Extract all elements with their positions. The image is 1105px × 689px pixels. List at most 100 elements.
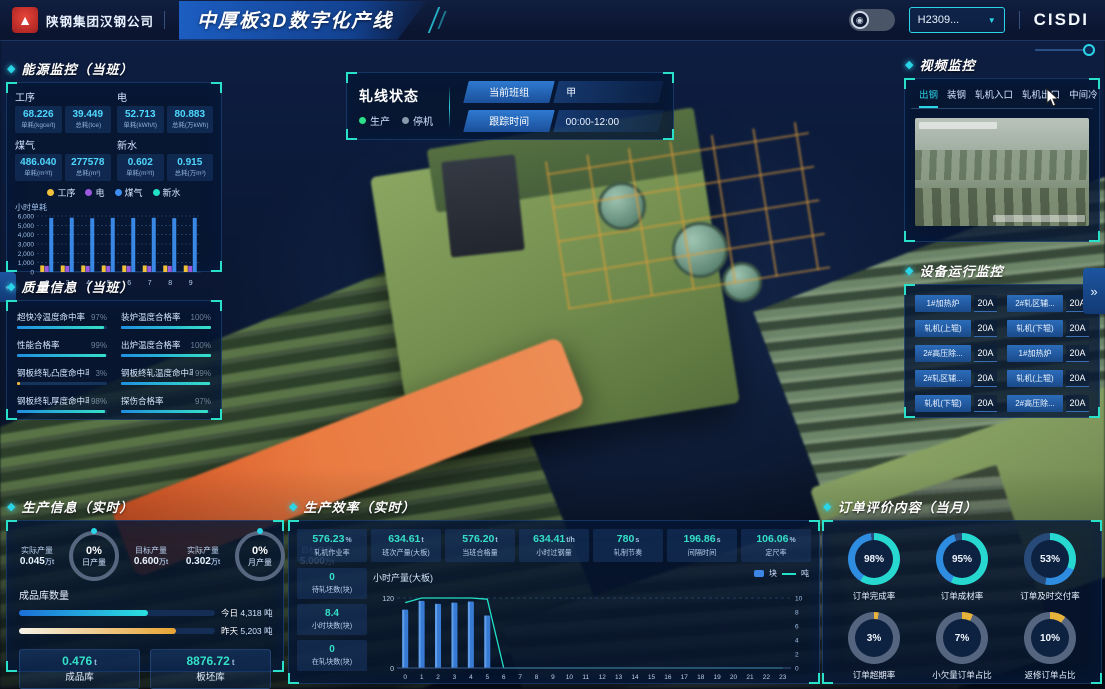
legend-bar-swatch bbox=[754, 570, 764, 577]
device-current-value: 20A bbox=[1066, 370, 1089, 387]
energy-value: 80.883 bbox=[169, 109, 212, 120]
warehouse-card: 0.476t成品库 bbox=[19, 649, 140, 689]
side-stat-value: 0 bbox=[298, 572, 366, 583]
energy-group-name: 新水 bbox=[117, 137, 213, 152]
visibility-toggle[interactable]: ◉ bbox=[849, 9, 895, 31]
device-label-button[interactable]: 轧机(上辊) bbox=[915, 320, 971, 337]
legend-item[interactable]: 工序 bbox=[47, 186, 75, 199]
donut-hole: 10% bbox=[1031, 619, 1069, 657]
layer-slider[interactable] bbox=[1035, 44, 1095, 56]
quality-item: 超快冷温度命中率97% bbox=[17, 311, 107, 329]
energy-value: 52.713 bbox=[119, 109, 162, 120]
device-label-button[interactable]: 2#高压除... bbox=[1007, 395, 1063, 412]
order-donut: 7% bbox=[936, 612, 988, 664]
svg-text:4: 4 bbox=[469, 674, 473, 681]
legend-dot bbox=[153, 189, 160, 196]
device-label-button[interactable]: 2#轧区辅... bbox=[915, 370, 971, 387]
collapse-right-button[interactable]: » bbox=[1083, 268, 1105, 314]
svg-text:23: 23 bbox=[779, 674, 787, 681]
side-stat-value: 0 bbox=[298, 644, 366, 655]
camera-tab-装钢[interactable]: 装钢 bbox=[947, 87, 966, 108]
device-label-button[interactable]: 1#加热炉 bbox=[915, 295, 971, 312]
device-current-value: 20A bbox=[1066, 345, 1089, 362]
device-row: 2#高压除...20A bbox=[915, 345, 997, 362]
quality-value: 3% bbox=[95, 369, 107, 378]
energy-unit-label: 单耗(kWh/t) bbox=[121, 120, 160, 129]
energy-group: 新水0.602单耗(m³/t)0.915总耗(万m³) bbox=[117, 137, 213, 181]
status-legend-item: 停机 bbox=[402, 113, 433, 128]
efficiency-side-card: 0待轧坯数(块) bbox=[297, 568, 367, 599]
corner-decoration bbox=[904, 231, 915, 242]
camera-tab-出钢[interactable]: 出钢 bbox=[919, 87, 938, 108]
target-value: 0.600万t bbox=[125, 556, 177, 567]
line-status-row: 当前班组甲 bbox=[466, 81, 661, 103]
camera-tab-轧机入口[interactable]: 轧机入口 bbox=[975, 87, 1013, 108]
device-label-button[interactable]: 轧机(下辊) bbox=[1007, 320, 1063, 337]
donut-hole: 53% bbox=[1031, 540, 1069, 578]
quality-value: 97% bbox=[195, 397, 211, 406]
svg-text:13: 13 bbox=[615, 674, 623, 681]
energy-legend[interactable]: 工序电煤气新水 bbox=[7, 186, 221, 199]
status-value: 甲 bbox=[553, 81, 663, 103]
energy-group-name: 电 bbox=[117, 89, 213, 104]
device-label-button[interactable]: 轧机(上辊) bbox=[1007, 370, 1063, 387]
device-row: 轧机(下辊)20A bbox=[915, 395, 997, 412]
stat-value: 780s bbox=[594, 533, 662, 545]
device-label-button[interactable]: 轧机(下辊) bbox=[915, 395, 971, 412]
device-row: 1#加热炉20A bbox=[1007, 345, 1089, 362]
device-label-button[interactable]: 2#高压除... bbox=[915, 345, 971, 362]
hour-chart-legend[interactable]: 块 吨 bbox=[754, 568, 809, 579]
quality-bar-track bbox=[121, 382, 211, 385]
device-row: 轧机(上辊)20A bbox=[915, 320, 997, 337]
diamond-icon: ◆ bbox=[905, 264, 913, 277]
donut-hole: 3% bbox=[855, 619, 893, 657]
legend-label: 工序 bbox=[57, 186, 75, 199]
donut-percent: 53% bbox=[1040, 554, 1060, 565]
legend-line-label: 吨 bbox=[801, 568, 809, 579]
slider-knob[interactable] bbox=[1083, 44, 1095, 56]
legend-item[interactable]: 煤气 bbox=[115, 186, 143, 199]
svg-text:0: 0 bbox=[390, 666, 394, 673]
warehouse-value: 8876.72t bbox=[151, 654, 270, 668]
quality-panel: ◆ 质量信息（当班） 超快冷温度命中率97%装炉温度合格率100%性能合格率99… bbox=[6, 300, 222, 420]
quality-item: 钢板终轧厚度命中率98% bbox=[17, 395, 107, 413]
energy-unit-label: 总耗(m³) bbox=[68, 168, 107, 177]
device-row: 轧机(下辊)20A bbox=[1007, 320, 1089, 337]
camera-tab-中间冷[interactable]: 中间冷 bbox=[1069, 87, 1098, 108]
efficiency-stat-card: 634.61t班次产量(大板) bbox=[371, 529, 441, 562]
stock-bar: 昨天 5,203 吨 bbox=[19, 625, 271, 637]
heat-number-select[interactable]: H2309... ▼ bbox=[909, 7, 1005, 33]
quality-label: 装炉温度合格率 bbox=[121, 311, 181, 323]
gauge-ring: 0%月产量 bbox=[235, 531, 285, 581]
quality-items: 超快冷温度命中率97%装炉温度合格率100%性能合格率99%出炉温度合格率100… bbox=[7, 301, 221, 413]
target-label: 目标产量 bbox=[125, 545, 177, 556]
svg-text:1: 1 bbox=[420, 674, 424, 681]
svg-text:9: 9 bbox=[189, 280, 193, 287]
svg-text:17: 17 bbox=[681, 674, 689, 681]
quality-label: 钢板终轧温度命中率 bbox=[121, 367, 193, 379]
svg-text:7: 7 bbox=[148, 280, 152, 287]
energy-value: 39.449 bbox=[67, 109, 110, 120]
camera-feed[interactable] bbox=[915, 118, 1089, 226]
mouse-cursor bbox=[1046, 88, 1060, 108]
legend-item[interactable]: 电 bbox=[85, 186, 104, 199]
svg-text:2: 2 bbox=[795, 652, 799, 659]
legend-item[interactable]: 新水 bbox=[153, 186, 181, 199]
diamond-icon: ◆ bbox=[905, 58, 913, 71]
device-current-value: 20A bbox=[974, 345, 997, 362]
svg-text:21: 21 bbox=[746, 674, 754, 681]
stock-bar-text: 昨天 5,203 吨 bbox=[221, 625, 273, 637]
camera-tabs: 出钢装钢轧机入口轧机出口中间冷电加热 bbox=[911, 79, 1093, 109]
stat-value: 576.20t bbox=[446, 533, 514, 545]
svg-text:0: 0 bbox=[403, 674, 407, 681]
donut-hole: 98% bbox=[855, 540, 893, 578]
stat-label: 轧机作业率 bbox=[300, 547, 365, 557]
efficiency-stat-card: 576.20t当班合格量 bbox=[445, 529, 515, 562]
stat-value: 106.06% bbox=[742, 533, 810, 545]
gauge-percent: 0% bbox=[252, 545, 268, 557]
corner-decoration bbox=[1091, 520, 1102, 531]
device-label-button[interactable]: 2#轧区辅... bbox=[1007, 295, 1063, 312]
gauge-ring: 0%日产量 bbox=[69, 531, 119, 581]
efficiency-stat-card: 576.23%轧机作业率 bbox=[297, 529, 367, 562]
device-label-button[interactable]: 1#加热炉 bbox=[1007, 345, 1063, 362]
